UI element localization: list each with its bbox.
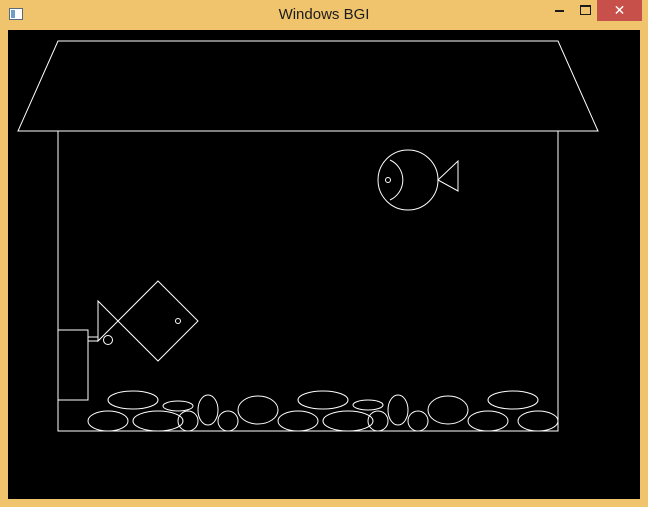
pebble [277, 410, 319, 432]
pebble [107, 390, 159, 410]
fish-tail [437, 159, 459, 192]
pebble [217, 410, 239, 432]
app-window: Windows BGI ✕ [0, 0, 648, 507]
title-bar[interactable]: Windows BGI ✕ [0, 0, 648, 30]
close-button[interactable]: ✕ [597, 0, 642, 21]
pebble [427, 395, 469, 425]
pebble [177, 410, 199, 432]
fish-body [117, 280, 199, 362]
minimize-button[interactable] [546, 0, 572, 21]
diamond-fish [97, 280, 199, 362]
pebbles [87, 390, 559, 432]
drawing-canvas [8, 30, 640, 499]
fish-body [377, 149, 439, 211]
close-icon: ✕ [613, 2, 626, 18]
pebble [197, 394, 219, 426]
pebble [237, 395, 279, 425]
pebble [322, 410, 374, 432]
pebble [132, 410, 184, 432]
pebble [387, 394, 409, 426]
bubble [103, 335, 113, 345]
aquarium-drawing [17, 40, 599, 432]
pebble [87, 410, 129, 432]
minimize-icon [554, 9, 564, 12]
round-fish [377, 149, 459, 211]
fish-mouth [389, 159, 404, 201]
pebble [367, 410, 389, 432]
pebble [162, 400, 194, 412]
fish-eye [385, 177, 391, 183]
pebble [487, 390, 539, 410]
aquarium-lid [17, 40, 599, 132]
pebble [467, 410, 509, 432]
pebble [517, 410, 559, 432]
fish-eye [175, 318, 181, 324]
maximize-icon [579, 4, 591, 15]
pebble [407, 410, 429, 432]
aquarium-filter [57, 329, 89, 401]
maximize-button[interactable] [572, 0, 598, 21]
pebble [297, 390, 349, 410]
pebble [352, 399, 384, 411]
aquarium-tank [57, 130, 559, 432]
